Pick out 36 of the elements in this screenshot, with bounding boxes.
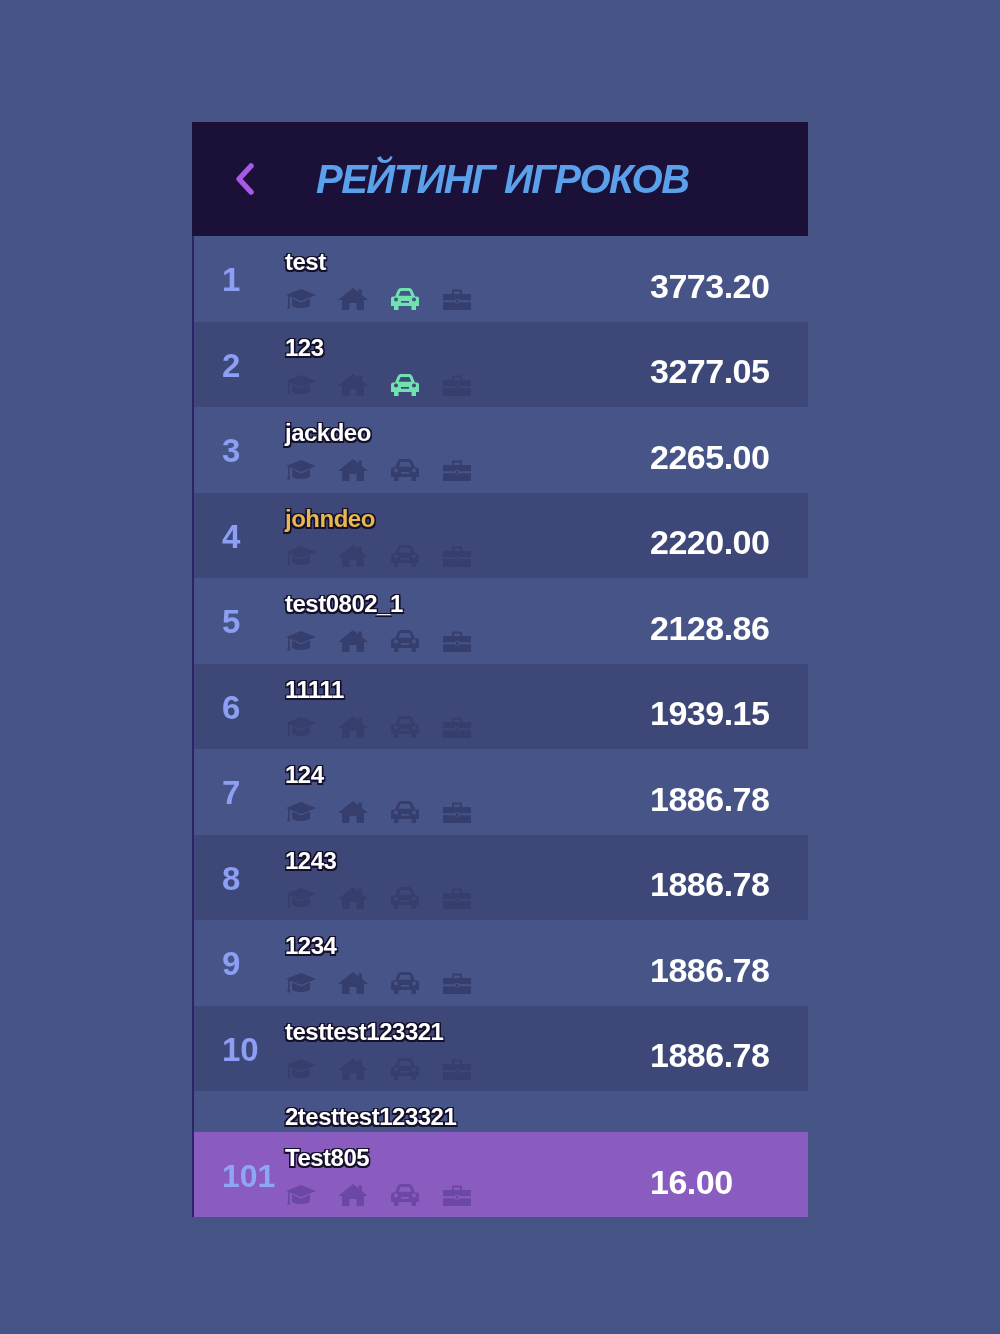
player-score: 1939.15 bbox=[650, 696, 770, 731]
rank-number: 3 bbox=[222, 434, 241, 468]
rank-number: 9 bbox=[222, 947, 241, 981]
player-score: 3277.05 bbox=[650, 354, 770, 389]
player-score: 1886.78 bbox=[650, 867, 770, 902]
player-name: 124 bbox=[285, 761, 324, 789]
rank-number: 1 bbox=[222, 263, 241, 297]
player-name: 123 bbox=[285, 333, 324, 362]
player-name: Test805 bbox=[285, 1144, 370, 1172]
player-name: jackdeo bbox=[285, 419, 371, 447]
player-score: 16.00 bbox=[650, 1164, 733, 1199]
player-score: 3773.20 bbox=[650, 268, 770, 303]
player-name: 11111 bbox=[285, 675, 344, 704]
player-name: testtest123321 bbox=[285, 1017, 444, 1046]
rank-number: 5 bbox=[222, 605, 241, 639]
rank-number: 10 bbox=[222, 1032, 259, 1066]
rank-number: 6 bbox=[222, 690, 241, 724]
player-score: 2265.00 bbox=[650, 439, 770, 474]
player-score: 1886.78 bbox=[650, 781, 770, 816]
rank-number: 2 bbox=[222, 348, 241, 382]
player-name: 1243 bbox=[285, 846, 337, 875]
chevron-left-icon bbox=[234, 162, 256, 196]
player-name: johndeo bbox=[285, 504, 375, 533]
player-score: 1886.78 bbox=[650, 1038, 770, 1073]
player-score: 2220.00 bbox=[650, 525, 770, 560]
player-name: test bbox=[285, 248, 326, 276]
back-button[interactable] bbox=[234, 162, 256, 196]
player-score: 1886.78 bbox=[650, 952, 770, 987]
rank-number: 4 bbox=[222, 519, 241, 553]
rank-number: 7 bbox=[222, 776, 241, 810]
player-name: test0802_1 bbox=[285, 590, 403, 618]
player-name: 2testtest123321 bbox=[285, 1103, 457, 1131]
rank-number: 8 bbox=[222, 861, 241, 895]
player-score: 2128.86 bbox=[650, 610, 770, 645]
rank-number: 101 bbox=[222, 1159, 276, 1192]
player-name: 1234 bbox=[285, 932, 337, 960]
